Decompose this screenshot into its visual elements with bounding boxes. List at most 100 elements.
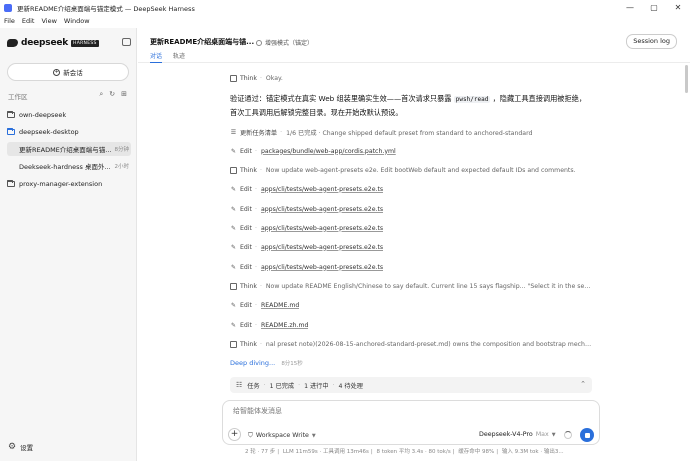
pencil-icon: ✎ [230, 185, 237, 193]
assistant-message: 验证通过：锚定模式在真实 Web 组装里确实生效——首次请求只暴露 pwsh/r… [230, 92, 592, 119]
status-separator: | [277, 449, 280, 455]
pencil-icon: ✎ [230, 224, 237, 232]
add-folder-icon[interactable]: ⊞ [121, 90, 127, 99]
think-row[interactable]: Think · nal preset note)(2026-08-15-anch… [230, 338, 592, 350]
chevron-down-icon: ▼ [311, 432, 316, 439]
row-separator: · [254, 147, 257, 155]
folder-icon [7, 111, 15, 118]
file-link[interactable]: packages/bundle/web-app/cordis.patch.yml [261, 148, 396, 155]
project-deepseek-desktop[interactable]: deepseek-desktop [7, 125, 131, 139]
minimize-button[interactable]: — [618, 0, 642, 15]
workspace-actions: ⌕ ↻ ⊞ [99, 90, 127, 99]
status-io: 输入 9.3M tok · 输出3... [501, 449, 564, 455]
mode-badge[interactable]: 增强模式（锚定） [256, 38, 313, 47]
new-session-button[interactable]: + 新会话 [7, 63, 129, 81]
main-panel: 更新README介绍桌面端与锚... 增强模式（锚定） 对话 轨迹 Sessio… [138, 28, 690, 461]
stop-button[interactable] [580, 428, 594, 442]
row-kind: Edit [240, 147, 252, 155]
session-item[interactable]: Deekseek-hardness 桌面外... 2小时 [7, 159, 131, 173]
task-update-row[interactable]: ☰ 更新任务清单 · 1/6 已完成 · Change shipped defa… [230, 126, 592, 138]
status-token-rate: 8 token 平均 3.4s · 80 tok/s [376, 449, 451, 455]
shield-icon: ⛉ [248, 431, 253, 439]
edit-row[interactable]: ✎ Edit · apps/cli/tests/web-agent-preset… [230, 203, 592, 215]
pencil-icon: ✎ [230, 147, 237, 155]
edit-row[interactable]: ✎ Edit · README.md [230, 299, 592, 311]
permission-select[interactable]: ⛉ Workspace Write ▼ [248, 431, 316, 440]
file-link[interactable]: apps/cli/tests/web-agent-presets.e2e.ts [261, 206, 383, 213]
settings-label: 设置 [20, 444, 34, 452]
status-separator: | [496, 449, 499, 455]
think-row[interactable]: Think · Now update README English/Chines… [230, 280, 592, 292]
menu-file[interactable]: File [4, 17, 15, 25]
think-row[interactable]: Think · Now update web-agent-presets e2e… [230, 164, 592, 176]
edit-row[interactable]: ✎ Edit · README.zh.md [230, 319, 592, 331]
task-done-count: 1 已完成 [269, 382, 295, 390]
chevron-down-icon: ▼ [551, 431, 556, 438]
row-separator: · [254, 224, 257, 232]
edit-row[interactable]: ✎ Edit · apps/cli/tests/web-agent-preset… [230, 183, 592, 195]
harness-badge: HARNESS [71, 39, 99, 47]
session-log-button[interactable]: Session log [626, 34, 677, 49]
close-button[interactable]: ✕ [666, 0, 690, 15]
file-link[interactable]: README.zh.md [261, 322, 309, 329]
mode-label: 增强模式（锚定） [265, 40, 314, 47]
message-input[interactable] [233, 407, 533, 415]
think-icon [230, 166, 237, 174]
model-name: Deepseek-V4-Pro [479, 431, 533, 438]
chevron-up-icon[interactable]: ⌃ [580, 380, 586, 388]
search-icon[interactable]: ⌕ [99, 90, 103, 99]
folder-icon [7, 180, 15, 187]
window-title: 更新README介绍桌面端与锚定模式 — DeepSeek Harness [17, 4, 195, 13]
workspace-label: 工作区 [8, 93, 28, 101]
status-turns: 2 轮 · 77 步 [245, 449, 276, 455]
row-detail: Okay. [265, 74, 283, 82]
row-separator: · [254, 321, 257, 329]
edit-row[interactable]: ✎ Edit · apps/cli/tests/web-agent-preset… [230, 241, 592, 253]
project-own-deepseek[interactable]: own-deepseek [7, 108, 131, 122]
row-detail: 1/6 已完成 · Change shipped default preset … [286, 129, 533, 137]
edit-row[interactable]: ✎ Edit · apps/cli/tests/web-agent-preset… [230, 261, 592, 273]
row-kind: Edit [240, 205, 252, 213]
project-name: deepseek-desktop [19, 128, 79, 136]
row-detail: Now update web-agent-presets e2e. Edit b… [265, 166, 576, 174]
row-kind: Edit [240, 301, 252, 309]
file-link[interactable]: README.md [261, 302, 299, 309]
project-proxy-manager-extension[interactable]: proxy-manager-extension [7, 177, 131, 191]
think-icon [230, 340, 237, 348]
edit-row[interactable]: ✎ Edit · apps/cli/tests/web-agent-preset… [230, 222, 592, 234]
menu-view[interactable]: View [41, 17, 56, 25]
deep-diving-status[interactable]: Deep diving... 8分15秒 [230, 359, 303, 367]
session-item-active[interactable]: 更新README介绍桌面端与锚... 8分钟 [7, 142, 131, 156]
maximize-button[interactable]: ▢ [642, 0, 666, 15]
file-link[interactable]: apps/cli/tests/web-agent-presets.e2e.ts [261, 186, 383, 193]
attach-button[interactable]: + [228, 428, 241, 441]
file-link[interactable]: apps/cli/tests/web-agent-presets.e2e.ts [261, 264, 383, 271]
window-controls: — ▢ ✕ [618, 0, 690, 15]
row-kind: Think [240, 340, 257, 348]
think-row[interactable]: Think · Okay. [230, 72, 592, 84]
file-link[interactable]: apps/cli/tests/web-agent-presets.e2e.ts [261, 244, 383, 251]
project-name: own-deepseek [19, 111, 67, 119]
edit-row[interactable]: ✎ Edit · packages/bundle/web-app/cordis.… [230, 145, 592, 157]
row-kind: Edit [240, 243, 252, 251]
pencil-icon: ✎ [230, 243, 237, 251]
menu-edit[interactable]: Edit [22, 17, 35, 25]
settings-button[interactable]: ⚙ 设置 [8, 442, 33, 452]
think-icon [230, 74, 237, 82]
sidebar-toggle-icon[interactable] [122, 38, 131, 46]
status-timing: LLM 11m59s · 工具调用 13m46s [282, 449, 369, 455]
pencil-icon: ✎ [230, 301, 237, 309]
row-separator: · [254, 185, 257, 193]
task-summary-bar[interactable]: ☷ 任务 · 1 已完成 · 1 进行中 · 4 待处理 ⌃ [230, 377, 592, 393]
file-link[interactable]: apps/cli/tests/web-agent-presets.e2e.ts [261, 225, 383, 232]
row-separator: · [254, 243, 257, 251]
stop-icon [584, 432, 590, 438]
scrollbar[interactable] [685, 65, 688, 93]
row-kind: Think [240, 74, 257, 82]
refresh-icon[interactable]: ↻ [109, 90, 115, 99]
menu-window[interactable]: Window [64, 17, 90, 25]
tab-trace[interactable]: 轨迹 [173, 51, 185, 63]
plus-circle-icon: + [53, 68, 61, 76]
model-select[interactable]: Deepseek-V4-Pro Max ▼ [479, 431, 556, 438]
tab-conversation[interactable]: 对话 [150, 51, 163, 63]
